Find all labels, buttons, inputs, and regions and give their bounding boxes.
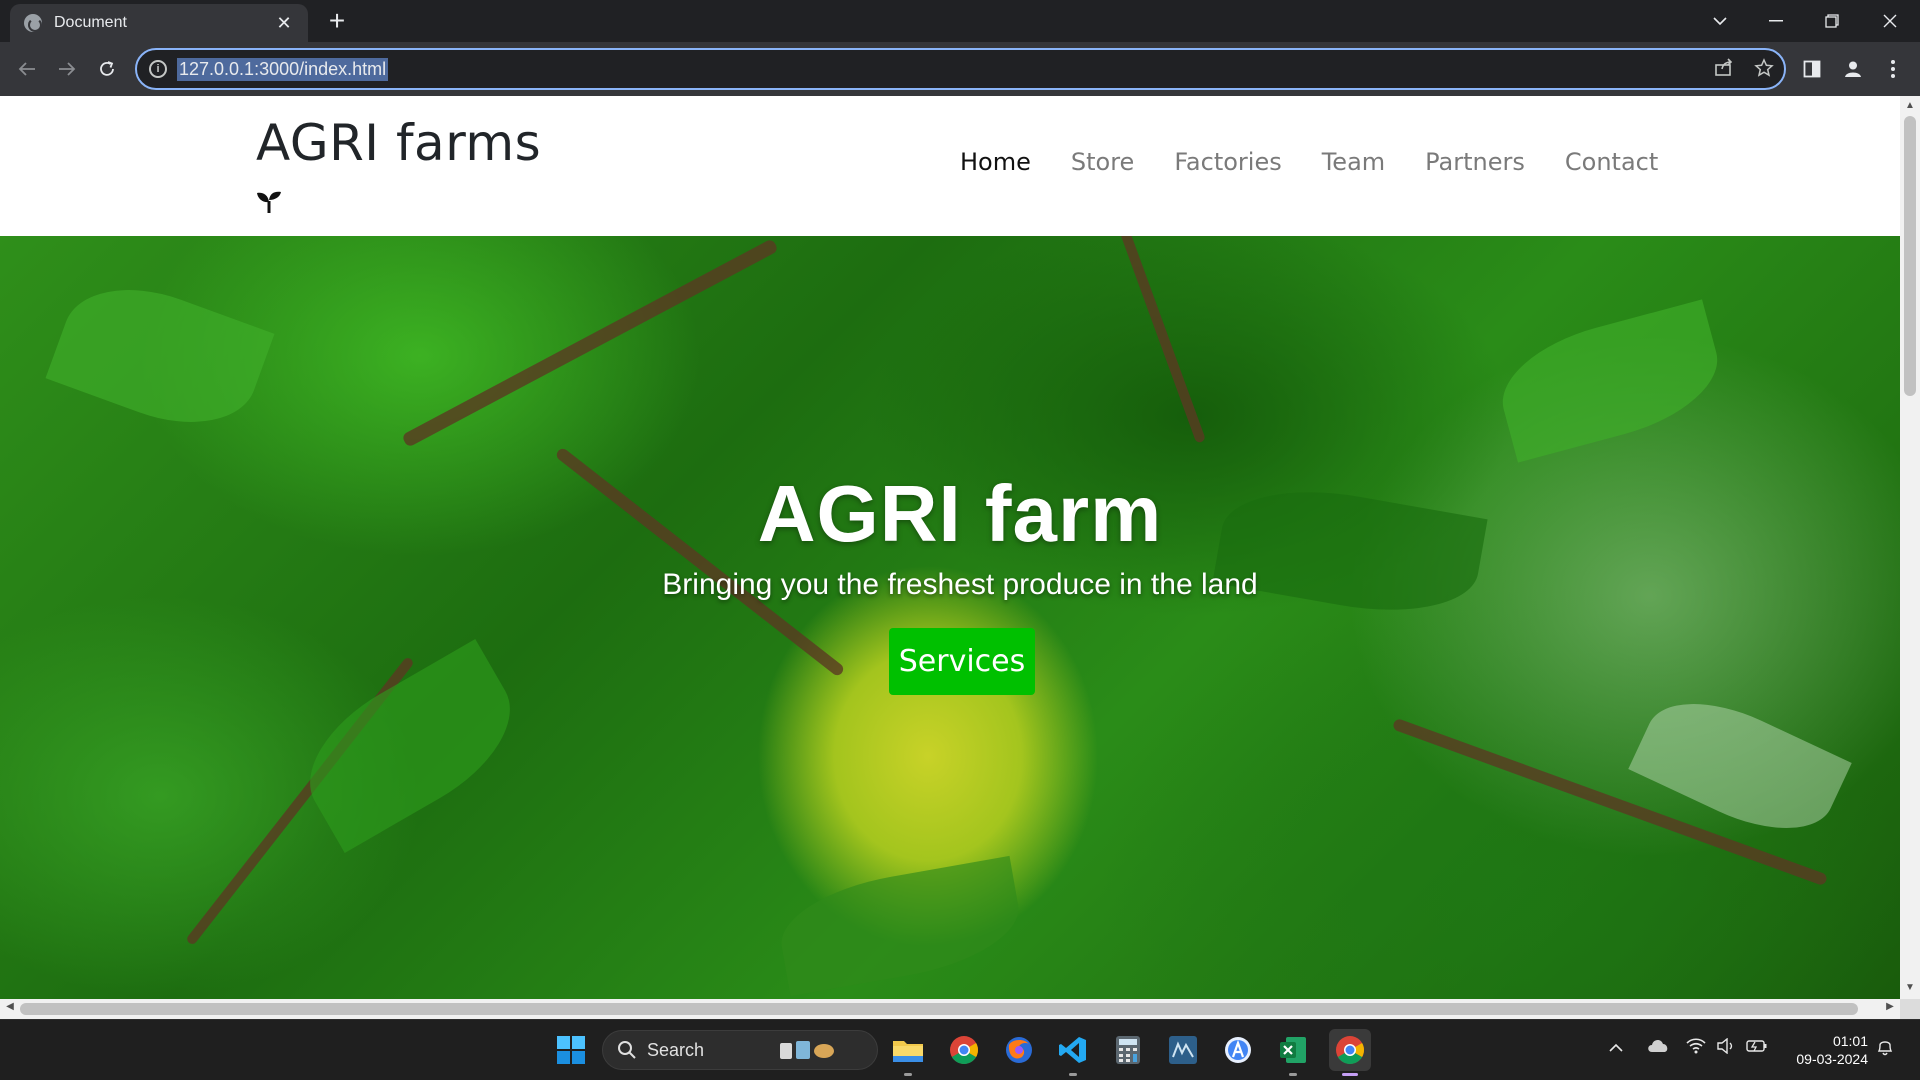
site-info-icon[interactable]: i <box>149 60 167 78</box>
file-explorer-icon[interactable] <box>890 1032 926 1076</box>
profile-icon[interactable] <box>1840 56 1866 82</box>
share-icon[interactable] <box>1714 58 1734 84</box>
nav-store[interactable]: Store <box>1071 148 1134 176</box>
clock-date: 09-03-2024 <box>1796 1051 1868 1067</box>
page-viewport: AGRI farms Home Store Factories Team Par… <box>0 96 1900 999</box>
browser-titlebar: Document ✕ + <box>0 0 1920 42</box>
nav-home[interactable]: Home <box>960 148 1031 176</box>
vertical-scrollbar[interactable]: ▲ ▼ <box>1900 96 1920 999</box>
onedrive-cloud-icon[interactable] <box>1646 1036 1670 1059</box>
running-indicator <box>1289 1073 1297 1076</box>
menu-kebab-icon[interactable] <box>1880 56 1906 82</box>
services-button[interactable]: Services <box>889 628 1035 695</box>
hero-banner: AGRI farm Bringing you the freshest prod… <box>0 236 1900 999</box>
vertical-scroll-thumb[interactable] <box>1904 116 1916 396</box>
nav-partners[interactable]: Partners <box>1425 148 1525 176</box>
android-studio-icon[interactable] <box>1220 1032 1256 1068</box>
nav-team[interactable]: Team <box>1322 148 1385 176</box>
taskbar-search-box[interactable]: Search <box>602 1030 878 1070</box>
restore-icon[interactable] <box>1812 0 1852 42</box>
active-indicator <box>1342 1073 1358 1076</box>
forward-icon[interactable] <box>52 54 82 84</box>
main-nav: Home Store Factories Team Partners Conta… <box>960 148 1658 176</box>
notification-bell-icon[interactable] <box>1876 1038 1894 1061</box>
sprout-icon <box>257 191 281 213</box>
globe-icon <box>24 14 42 32</box>
scroll-right-arrow-icon[interactable]: ▶ <box>1882 1001 1898 1012</box>
address-bar[interactable]: i 127.0.0.1:3000/index.html <box>135 48 1786 90</box>
hero-subtitle: Bringing you the freshest produce in the… <box>662 568 1258 601</box>
mysql-workbench-icon[interactable] <box>1165 1032 1201 1068</box>
volume-icon[interactable] <box>1716 1037 1736 1059</box>
hero-content: AGRI farm Bringing you the freshest prod… <box>0 236 1900 999</box>
scroll-up-arrow-icon[interactable]: ▲ <box>1900 100 1920 111</box>
nav-factories[interactable]: Factories <box>1174 148 1281 176</box>
horizontal-scroll-thumb[interactable] <box>20 1003 1858 1015</box>
back-icon[interactable] <box>12 54 42 84</box>
close-tab-icon[interactable]: ✕ <box>274 13 294 34</box>
site-header: AGRI farms Home Store Factories Team Par… <box>0 96 1900 236</box>
scroll-down-arrow-icon[interactable]: ▼ <box>1900 982 1920 993</box>
side-panel-icon[interactable] <box>1799 56 1825 82</box>
reload-icon[interactable] <box>92 54 122 84</box>
firefox-developer-icon[interactable] <box>1001 1032 1037 1068</box>
search-icon <box>618 1041 636 1059</box>
nav-contact[interactable]: Contact <box>1565 148 1658 176</box>
search-highlight-icon <box>780 1041 835 1059</box>
browser-toolbar: i 127.0.0.1:3000/index.html <box>0 42 1920 96</box>
windows-start-icon[interactable] <box>553 1032 589 1068</box>
windows-taskbar: Search 01:01 09-03-2024 <box>0 1019 1920 1080</box>
running-indicator <box>1069 1073 1077 1076</box>
running-indicator <box>904 1073 912 1076</box>
scroll-left-arrow-icon[interactable]: ◀ <box>2 1001 18 1012</box>
minimize-icon[interactable] <box>1756 0 1796 42</box>
horizontal-scrollbar[interactable]: ◀ ▶ <box>0 999 1900 1019</box>
chrome-icon[interactable] <box>946 1032 982 1068</box>
search-label: Search <box>647 1039 705 1060</box>
bookmark-star-icon[interactable] <box>1754 58 1774 84</box>
site-brand[interactable]: AGRI farms <box>256 114 541 172</box>
excel-icon[interactable] <box>1275 1032 1311 1076</box>
url-text[interactable]: 127.0.0.1:3000/index.html <box>177 57 389 81</box>
battery-icon[interactable] <box>1746 1038 1768 1059</box>
clock-time: 01:01 <box>1832 1033 1868 1049</box>
browser-tab[interactable]: Document ✕ <box>10 4 308 42</box>
show-hidden-icons-chevron-icon[interactable] <box>1608 1040 1624 1058</box>
taskbar-clock[interactable]: 01:01 09-03-2024 <box>1782 1032 1868 1068</box>
new-tab-button[interactable]: + <box>322 6 352 36</box>
vs-code-icon[interactable] <box>1055 1032 1091 1076</box>
calculator-icon[interactable] <box>1110 1032 1146 1068</box>
tab-title: Document <box>54 14 127 31</box>
close-window-icon[interactable] <box>1870 0 1910 42</box>
wifi-icon[interactable] <box>1686 1038 1706 1059</box>
chrome-active-icon[interactable] <box>1329 1029 1371 1076</box>
scrollbar-corner <box>1900 999 1920 1019</box>
tab-search-chevron-icon[interactable] <box>1700 0 1740 42</box>
hero-title: AGRI farm <box>757 469 1163 558</box>
